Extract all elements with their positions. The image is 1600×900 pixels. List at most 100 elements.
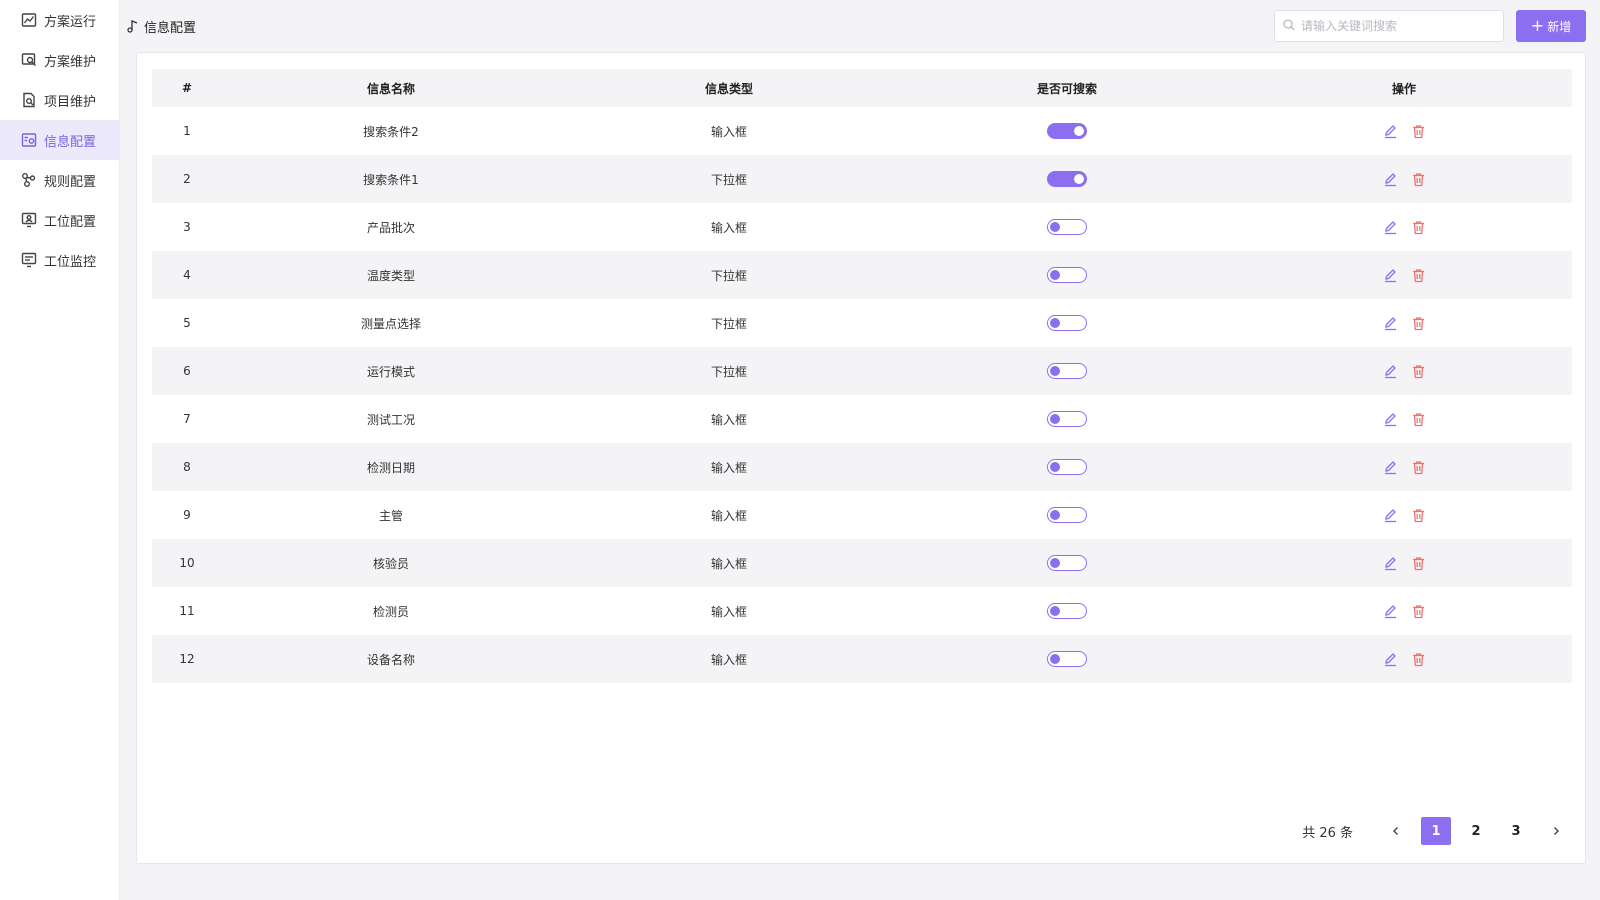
trash-icon[interactable] — [1409, 314, 1427, 332]
edit-icon[interactable] — [1381, 602, 1399, 620]
trash-icon[interactable] — [1409, 554, 1427, 572]
searchable-switch[interactable] — [1047, 219, 1087, 235]
monitor-list-icon — [20, 251, 38, 269]
table-row: 9 主管 输入框 — [152, 491, 1572, 539]
column-header-type: 信息类型 — [704, 81, 753, 96]
trash-icon[interactable] — [1409, 218, 1427, 236]
row-index: 11 — [179, 604, 195, 618]
row-type: 下拉框 — [710, 316, 747, 331]
music-note-icon — [126, 19, 140, 33]
searchable-cell — [898, 363, 1236, 379]
row-index: 12 — [179, 652, 195, 666]
table-row: 6 运行模式 下拉框 — [152, 347, 1572, 395]
searchable-cell — [898, 555, 1236, 571]
sidebar-item-3[interactable]: 信息配置 — [0, 120, 119, 160]
sidebar-item-4[interactable]: 规则配置 — [0, 160, 119, 200]
edit-icon[interactable] — [1381, 170, 1399, 188]
sidebar-item-label: 方案运行 — [44, 14, 97, 30]
sidebar-item-label: 规则配置 — [44, 174, 97, 190]
row-name: 检测日期 — [366, 460, 415, 475]
sidebar: 方案运行方案维护项目维护信息配置规则配置工位配置 工位监控 — [0, 0, 120, 900]
sidebar-item-label: 信息配置 — [44, 134, 97, 150]
row-index: 6 — [183, 364, 191, 378]
switch-knob — [1050, 222, 1060, 232]
trash-icon[interactable] — [1409, 362, 1427, 380]
searchable-cell — [898, 507, 1236, 523]
add-button[interactable]: + 新增 — [1516, 10, 1586, 42]
trash-icon[interactable] — [1409, 506, 1427, 524]
chevron-right-icon[interactable] — [1541, 817, 1571, 845]
actions-cell — [1236, 266, 1572, 284]
trash-icon[interactable] — [1409, 170, 1427, 188]
edit-icon[interactable] — [1381, 218, 1399, 236]
column-header-actions: 操作 — [1391, 81, 1416, 96]
add-button-label: 新增 — [1547, 19, 1572, 34]
edit-icon[interactable] — [1381, 650, 1399, 668]
searchable-switch[interactable] — [1047, 411, 1087, 427]
actions-cell — [1236, 410, 1572, 428]
column-header-searchable: 是否可搜索 — [1036, 81, 1097, 96]
trash-icon[interactable] — [1409, 266, 1427, 284]
search-icon — [1283, 18, 1295, 34]
searchable-cell — [898, 315, 1236, 331]
actions-cell — [1236, 122, 1572, 140]
row-name: 设备名称 — [366, 652, 415, 667]
searchable-switch[interactable] — [1047, 315, 1087, 331]
trash-icon[interactable] — [1409, 458, 1427, 476]
edit-icon[interactable] — [1381, 314, 1399, 332]
table-header: # 信息名称 信息类型 是否可搜索 操作 — [152, 69, 1572, 107]
edit-icon[interactable] — [1381, 458, 1399, 476]
searchable-cell — [898, 219, 1236, 235]
search-box[interactable] — [1274, 10, 1504, 42]
page-button-3[interactable]: 3 — [1501, 817, 1531, 845]
sidebar-item-0[interactable]: 方案运行 — [0, 0, 119, 40]
sidebar-item-2[interactable]: 项目维护 — [0, 80, 119, 120]
searchable-switch[interactable] — [1047, 555, 1087, 571]
actions-cell — [1236, 554, 1572, 572]
searchable-switch[interactable] — [1047, 651, 1087, 667]
edit-icon[interactable] — [1381, 506, 1399, 524]
edit-icon[interactable] — [1381, 554, 1399, 572]
edit-icon[interactable] — [1381, 122, 1399, 140]
row-type: 下拉框 — [710, 172, 747, 187]
table-row: 1 搜索条件2 输入框 — [152, 107, 1572, 155]
row-type: 输入框 — [710, 652, 747, 667]
searchable-cell — [898, 459, 1236, 475]
search-input[interactable] — [1301, 19, 1491, 33]
page-button-1[interactable]: 1 — [1421, 817, 1451, 845]
trash-icon[interactable] — [1409, 602, 1427, 620]
info-table: # 信息名称 信息类型 是否可搜索 操作 1 搜索条件2 输入框 2 搜索条件1 下拉框 3… — [152, 69, 1572, 683]
page-button-2[interactable]: 2 — [1461, 817, 1491, 845]
sidebar-item-6[interactable]: 工位监控 — [0, 240, 119, 280]
edit-icon[interactable] — [1381, 410, 1399, 428]
trash-icon[interactable] — [1409, 122, 1427, 140]
searchable-switch[interactable] — [1047, 267, 1087, 283]
actions-cell — [1236, 170, 1572, 188]
column-header-index: # — [181, 81, 193, 95]
table-row: 7 测试工况 输入框 — [152, 395, 1572, 443]
searchable-switch[interactable] — [1047, 123, 1087, 139]
sidebar-item-label: 项目维护 — [44, 94, 97, 110]
searchable-cell — [898, 411, 1236, 427]
chevron-left-icon[interactable] — [1381, 817, 1411, 845]
searchable-cell — [898, 267, 1236, 283]
sidebar-item-1[interactable]: 方案维护 — [0, 40, 119, 80]
searchable-switch[interactable] — [1047, 171, 1087, 187]
row-name: 搜索条件2 — [363, 124, 419, 139]
page-title: 信息配置 — [144, 20, 197, 36]
trash-icon[interactable] — [1409, 410, 1427, 428]
table-row: 3 产品批次 输入框 — [152, 203, 1572, 251]
edit-icon[interactable] — [1381, 266, 1399, 284]
searchable-switch[interactable] — [1047, 459, 1087, 475]
searchable-switch[interactable] — [1047, 603, 1087, 619]
actions-cell — [1236, 218, 1572, 236]
document-search-icon — [20, 91, 38, 109]
table-row: 10 核验员 输入框 — [152, 539, 1572, 587]
table-row: 2 搜索条件1 下拉框 — [152, 155, 1572, 203]
searchable-switch[interactable] — [1047, 363, 1087, 379]
settings-panel-icon — [20, 131, 38, 149]
sidebar-item-5[interactable]: 工位配置 — [0, 200, 119, 240]
trash-icon[interactable] — [1409, 650, 1427, 668]
searchable-switch[interactable] — [1047, 507, 1087, 523]
edit-icon[interactable] — [1381, 362, 1399, 380]
